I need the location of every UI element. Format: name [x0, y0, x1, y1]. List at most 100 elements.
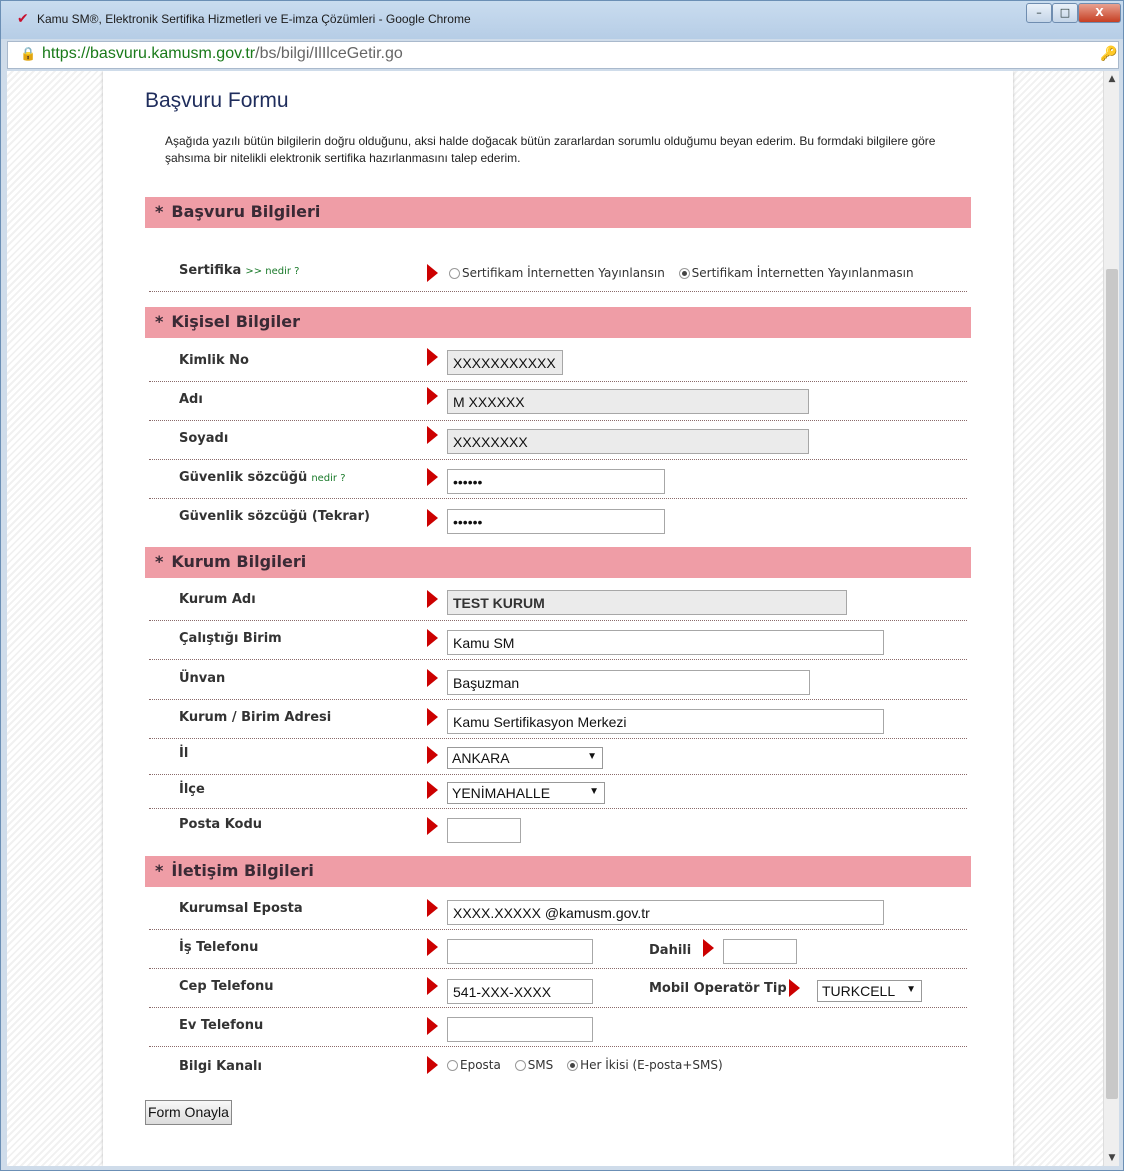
row-ilce: İlçe YENİMAHALLE ▼	[149, 775, 967, 809]
maximize-button[interactable]: □	[1052, 3, 1078, 23]
form-page: Başvuru Formu Aşağıda yazılı bütün bilgi…	[103, 71, 1013, 1166]
row-bilgi-kanali: Bilgi Kanalı Eposta SMS Her İkisi (E-pos…	[149, 1047, 967, 1086]
is-telefonu-label: İş Telefonu	[179, 940, 259, 955]
row-unvan: Ünvan Başuzman	[149, 661, 967, 700]
arrow-icon	[427, 509, 438, 527]
chevron-down-icon: ▼	[906, 984, 916, 995]
posta-label: Posta Kodu	[179, 817, 263, 832]
row-guvenlik: Güvenlik sözcüğü nedir ? ••••••	[149, 460, 967, 499]
ilce-select[interactable]: YENİMAHALLE ▼	[447, 782, 605, 804]
arrow-icon	[427, 817, 438, 835]
kimlik-input[interactable]: XXXXXXXXXXX	[447, 350, 563, 375]
browser-window: ✔ Kamu SM®, Elektronik Sertifika Hizmetl…	[0, 0, 1124, 1171]
sertifika-radios: Sertifikam İnternetten Yayınlansın Serti…	[449, 266, 924, 280]
arrow-icon	[427, 781, 438, 799]
title-bar: ✔ Kamu SM®, Elektronik Sertifika Hizmetl…	[1, 1, 1123, 39]
arrow-icon	[427, 746, 438, 764]
arrow-icon	[427, 468, 438, 486]
scroll-up-arrow-icon[interactable]: ▲	[1104, 71, 1120, 87]
section-basvuru: * Başvuru Bilgileri	[145, 197, 971, 228]
row-adi: Adı M XXXXXX	[149, 382, 967, 421]
kimlik-label: Kimlik No	[179, 353, 249, 368]
url-text: https://basvuru.kamusm.gov.tr/bs/bilgi/I…	[42, 45, 403, 62]
is-telefonu-input[interactable]	[447, 939, 593, 964]
close-button[interactable]: X	[1078, 3, 1121, 23]
row-kimlik: Kimlik No XXXXXXXXXXX	[149, 343, 967, 382]
il-select[interactable]: ANKARA ▼	[447, 747, 603, 769]
arrow-icon	[789, 979, 800, 997]
unvan-input[interactable]: Başuzman	[447, 670, 810, 695]
adres-label: Kurum / Birim Adresi	[179, 710, 332, 725]
row-eposta: Kurumsal Eposta XXXX.XXXXX @kamusm.gov.t…	[149, 891, 967, 930]
adi-input[interactable]: M XXXXXX	[447, 389, 809, 414]
window-title: Kamu SM®, Elektronik Sertifika Hizmetler…	[37, 12, 471, 26]
page-viewport: Başvuru Formu Aşağıda yazılı bütün bilgi…	[7, 71, 1103, 1166]
ev-telefonu-input[interactable]	[447, 1017, 593, 1042]
minimize-button[interactable]: –	[1026, 3, 1052, 23]
kamusm-check-icon: ✔	[17, 11, 29, 27]
eposta-label: Kurumsal Eposta	[179, 901, 303, 916]
radio-sms[interactable]	[514, 1060, 526, 1071]
arrow-icon	[427, 629, 438, 647]
birim-label: Çalıştığı Birim	[179, 631, 282, 646]
arrow-icon	[427, 590, 438, 608]
nedir-link[interactable]: >> nedir ?	[245, 266, 299, 277]
row-soyadi: Soyadı XXXXXXXX	[149, 421, 967, 460]
scroll-down-arrow-icon[interactable]: ▼	[1104, 1150, 1120, 1166]
arrow-icon	[427, 1056, 438, 1074]
adi-label: Adı	[179, 392, 203, 407]
eposta-input[interactable]: XXXX.XXXXX @kamusm.gov.tr	[447, 900, 884, 925]
arrow-icon	[427, 264, 438, 282]
operator-label: Mobil Operatör Tip	[649, 981, 787, 996]
arrow-icon	[427, 977, 438, 995]
arrow-icon	[427, 426, 438, 444]
page-title: Başvuru Formu	[145, 89, 289, 112]
arrow-icon	[427, 938, 438, 956]
soyadi-input[interactable]: XXXXXXXX	[447, 429, 809, 454]
posta-input[interactable]	[447, 818, 521, 843]
address-bar[interactable]: 🔒 https://basvuru.kamusm.gov.tr/bs/bilgi…	[7, 41, 1119, 69]
arrow-icon	[427, 348, 438, 366]
row-kurum-adi: Kurum Adı TEST KURUM	[149, 582, 967, 621]
radio-yayinlanmasin[interactable]	[678, 268, 690, 279]
bilgi-kanali-label: Bilgi Kanalı	[179, 1059, 262, 1074]
unvan-label: Ünvan	[179, 671, 226, 686]
birim-input[interactable]: Kamu SM	[447, 630, 884, 655]
guvenlik-input[interactable]: ••••••	[447, 469, 665, 494]
il-label: İl	[179, 746, 189, 761]
operator-select[interactable]: TURKCELL ▼	[817, 980, 922, 1002]
arrow-icon	[427, 1017, 438, 1035]
cep-telefonu-input[interactable]: 541-XXX-XXXX	[447, 979, 593, 1004]
row-il: İl ANKARA ▼	[149, 739, 967, 775]
row-is-telefonu: İş Telefonu Dahili	[149, 930, 967, 969]
guvenlik2-input[interactable]: ••••••	[447, 509, 665, 534]
arrow-icon	[427, 708, 438, 726]
row-guvenlik2: Güvenlik sözcüğü (Tekrar) ••••••	[149, 499, 967, 538]
radio-yayinlansin[interactable]	[449, 268, 460, 279]
guvenlik-label: Güvenlik sözcüğü nedir ?	[179, 470, 346, 485]
key-icon[interactable]: 🔑	[1100, 46, 1117, 62]
row-ev-telefonu: Ev Telefonu	[149, 1008, 967, 1047]
nedir-link[interactable]: nedir ?	[311, 473, 345, 484]
radio-her-ikisi[interactable]	[567, 1060, 579, 1071]
row-sertifika: Sertifika >> nedir ? Sertifikam İnternett…	[149, 253, 967, 292]
lock-icon: 🔒	[20, 47, 37, 62]
radio-eposta[interactable]	[447, 1060, 458, 1071]
vertical-scrollbar[interactable]: ▲ ▼	[1103, 71, 1119, 1166]
arrow-icon	[427, 387, 438, 405]
row-birim: Çalıştığı Birim Kamu SM	[149, 621, 967, 660]
section-kisisel: * Kişisel Bilgiler	[145, 307, 971, 338]
dahili-input[interactable]	[723, 939, 797, 964]
chevron-down-icon: ▼	[587, 751, 597, 762]
scrollbar-thumb[interactable]	[1106, 269, 1118, 1099]
adres-input[interactable]: Kamu Sertifikasyon Merkezi	[447, 709, 884, 734]
ev-telefonu-label: Ev Telefonu	[179, 1018, 264, 1033]
arrow-icon	[427, 669, 438, 687]
form-onayla-button[interactable]: Form Onayla	[145, 1100, 232, 1125]
section-iletisim: * İletişim Bilgileri	[145, 856, 971, 887]
kurum-adi-input[interactable]: TEST KURUM	[447, 590, 847, 615]
cep-telefonu-label: Cep Telefonu	[179, 979, 274, 994]
dahili-label: Dahili	[649, 943, 692, 958]
intro-text: Aşağıda yazılı bütün bilgilerin doğru ol…	[165, 134, 936, 165]
sertifika-label: Sertifika >> nedir ?	[179, 263, 300, 278]
